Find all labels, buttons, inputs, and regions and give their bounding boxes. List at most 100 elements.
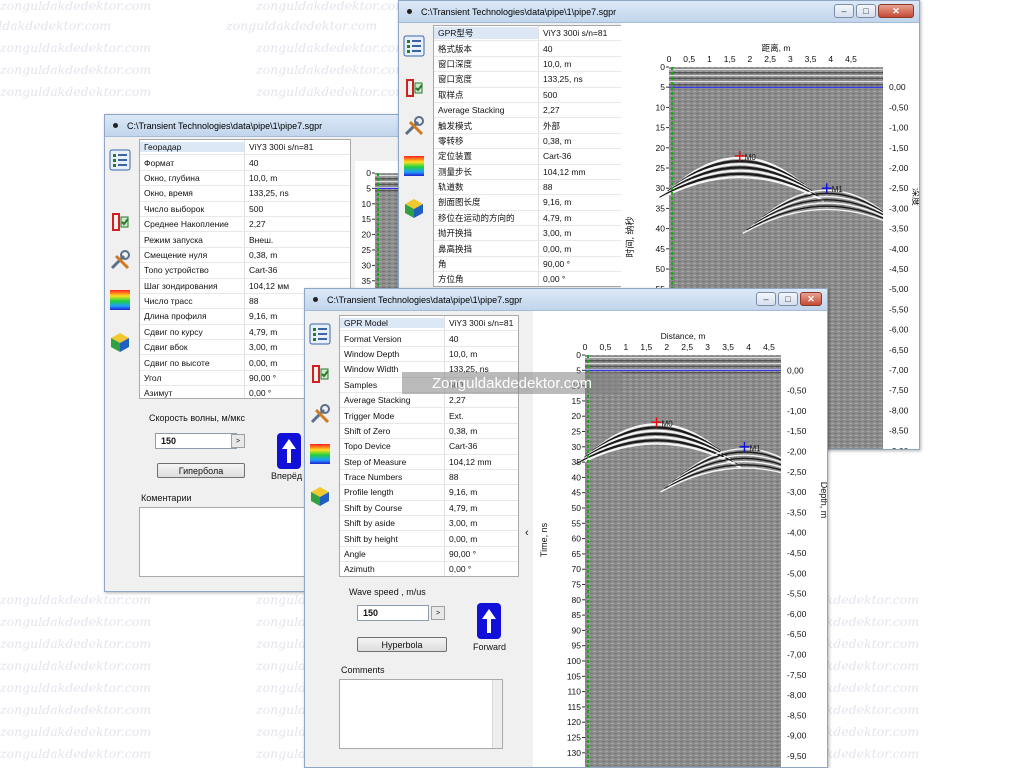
property-row[interactable]: Окно, глубина 10,0, m (140, 170, 350, 187)
property-row[interactable]: Shift by height 0,00, m (340, 531, 518, 547)
property-row[interactable]: Топо устройство Cart-36 (140, 263, 350, 279)
3d-view-icon[interactable] (108, 329, 132, 355)
property-row[interactable]: Режим запуска Внеш. (140, 232, 350, 248)
distance-tick-label: 3,5 (722, 342, 734, 352)
tools-icon[interactable] (402, 113, 426, 139)
time-tick-label: 35 (362, 276, 372, 286)
depth-tick-label: -4,50 (889, 264, 909, 274)
close-button[interactable]: ✕ (800, 292, 822, 306)
maximize-button[interactable]: □ (778, 292, 798, 306)
property-row[interactable]: 窗口宽度 133,25, ns (434, 72, 632, 88)
property-row[interactable]: Average Stacking 2,27 (434, 102, 632, 119)
property-name: Topo Device (344, 441, 391, 452)
properties-list-icon[interactable] (402, 33, 426, 59)
wave-speed-input[interactable]: 150 (155, 433, 237, 449)
radargram-image[interactable] (585, 355, 781, 768)
tools-icon[interactable] (308, 401, 332, 427)
property-row[interactable]: 测量步长 104,12 mm (434, 164, 632, 180)
minimize-button[interactable]: – (834, 4, 854, 18)
color-palette-icon[interactable] (402, 153, 426, 179)
property-value: 0,00 ° (444, 562, 518, 576)
property-name: Окно, глубина (144, 172, 200, 183)
property-row[interactable]: 抛开换挡 3,00, m (434, 226, 632, 242)
convert-icon[interactable] (308, 361, 332, 387)
property-row[interactable]: Смещение нуля 0,38, m (140, 247, 350, 264)
property-row[interactable]: Topo Device Cart-36 (340, 439, 518, 455)
convert-icon[interactable] (402, 75, 426, 101)
property-row[interactable]: Число выборок 500 (140, 201, 350, 217)
property-row[interactable]: Окно, время 133,25, ns (140, 186, 350, 202)
property-row[interactable]: GPR Model ViY3 300i s/n=81 (340, 316, 518, 332)
property-row[interactable]: 鼻高换挡 0,00, m (434, 241, 632, 257)
property-name: 测量步长 (438, 166, 473, 177)
property-row[interactable]: 轨道数 88 (434, 179, 632, 196)
comments-textarea[interactable] (339, 679, 503, 749)
property-row[interactable]: Формат 40 (140, 155, 350, 171)
property-row[interactable]: Window Depth 10,0, m (340, 346, 518, 363)
property-value: 90,00 ° (444, 546, 518, 562)
property-row[interactable]: Profile length 9,16, m (340, 485, 518, 501)
time-tick-label: 60 (572, 534, 582, 544)
convert-icon[interactable] (108, 209, 132, 235)
color-palette-icon[interactable] (108, 287, 132, 313)
property-row[interactable]: Среднее Накопление 2,27 (140, 216, 350, 233)
property-row[interactable]: Shift by Course 4,79, m (340, 500, 518, 517)
apply-speed-button[interactable]: > (431, 606, 445, 620)
forward-label: Forward (473, 642, 507, 652)
wave-speed-input[interactable]: 150 (357, 605, 429, 621)
time-tick-label: 55 (572, 518, 582, 528)
forward-button[interactable] (277, 433, 301, 469)
property-name: Average Stacking (438, 105, 505, 116)
property-row[interactable]: 方位角 0,00 ° (434, 272, 632, 286)
property-row[interactable]: Step of Measure 104,12 mm (340, 454, 518, 470)
minimize-button[interactable]: – (756, 292, 776, 306)
time-tick-label: 0 (366, 168, 371, 178)
close-button[interactable]: ✕ (878, 4, 914, 18)
property-row[interactable]: 取样点 500 (434, 87, 632, 103)
property-row[interactable]: 定位装置 Cart-36 (434, 149, 632, 165)
property-row[interactable]: Георадар ViY3 300i s/n=81 (140, 140, 350, 156)
3d-view-icon[interactable] (402, 195, 426, 221)
property-row[interactable]: GPR型号 ViY3 300i s/n=81 (434, 26, 632, 42)
property-row[interactable]: Shift by aside 3,00, m (340, 516, 518, 532)
hyperbola-button[interactable]: Гипербола (157, 463, 245, 478)
property-row[interactable]: Average Stacking 2,27 (340, 392, 518, 409)
property-row[interactable]: Trigger Mode Ext. (340, 408, 518, 424)
hyperbola-button[interactable]: Hyperbola (357, 637, 447, 652)
time-tick-label: 35 (572, 457, 582, 467)
tool-sidebar (105, 137, 135, 591)
property-row[interactable]: Format Version 40 (340, 331, 518, 347)
property-value: Внеш. (244, 232, 350, 247)
title-bar[interactable]: C:\Transient Technologies\data\pipe\1\pi… (305, 289, 827, 311)
property-row[interactable]: 剖面图长度 9,16, m (434, 195, 632, 211)
property-row[interactable]: Angle 90,00 ° (340, 546, 518, 563)
depth-tick-label: -7,50 (787, 670, 807, 680)
property-row[interactable]: 窗口深度 10,0, m (434, 56, 632, 73)
property-row[interactable]: 触发模式 外部 (434, 118, 632, 134)
property-name: GPR Model (340, 318, 444, 329)
properties-list-icon[interactable] (308, 321, 332, 347)
distance-axis-label: 距离, m (762, 43, 791, 53)
property-row[interactable]: 移位在运动的方向的 4,79, m (434, 210, 632, 227)
title-bar[interactable]: C:\Transient Technologies\data\pipe\1\pi… (105, 115, 401, 137)
property-row[interactable]: 零转移 0,38, m (434, 133, 632, 150)
3d-view-icon[interactable] (308, 483, 332, 509)
property-value: 4,79, m (444, 500, 518, 516)
collapse-arrow-icon[interactable]: ‹ (525, 527, 529, 539)
property-row[interactable]: 角 90,00 ° (434, 256, 632, 273)
tools-icon[interactable] (108, 247, 132, 273)
property-row[interactable]: Trace Numbers 88 (340, 469, 518, 486)
properties-list-icon[interactable] (108, 147, 132, 173)
title-bar[interactable]: C:\Transient Technologies\data\pipe\1\pi… (399, 1, 919, 23)
property-value: 0,00, m (444, 531, 518, 546)
apply-speed-button[interactable]: > (231, 434, 245, 448)
maximize-button[interactable]: □ (856, 4, 876, 18)
property-row[interactable]: 格式版本 40 (434, 41, 632, 57)
color-palette-icon[interactable] (308, 441, 332, 467)
property-row[interactable]: Azimuth 0,00 ° (340, 562, 518, 576)
forward-button[interactable] (477, 603, 501, 639)
property-row[interactable]: Shift of Zero 0,38, m (340, 423, 518, 440)
time-tick-label: 70 (572, 564, 582, 574)
comments-scrollbar[interactable] (492, 680, 502, 748)
property-value: ViY3 300i s/n=81 (538, 26, 632, 41)
